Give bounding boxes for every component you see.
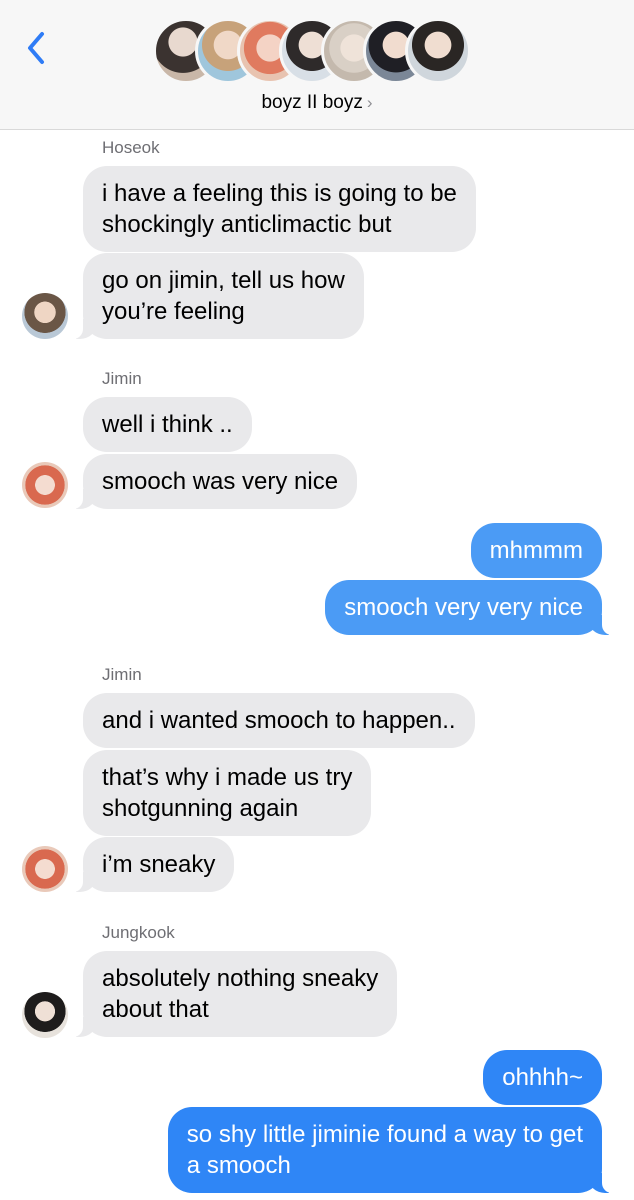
- conversation-header: boyz II boyz ›: [0, 0, 634, 130]
- sender-avatar[interactable]: [22, 462, 68, 508]
- group-name-label: boyz II boyz: [261, 92, 363, 113]
- message-bubble-incoming[interactable]: i’m sneaky: [72, 837, 235, 892]
- sender-name: Hoseok: [102, 138, 160, 157]
- sender-avatar[interactable]: [22, 846, 68, 892]
- message-bubble-outgoing[interactable]: mhmmm: [470, 523, 602, 578]
- message-bubble-outgoing[interactable]: so shy little jiminie found a way to get…: [167, 1107, 613, 1193]
- sender-avatar[interactable]: [22, 992, 68, 1038]
- message-bubble-incoming[interactable]: well i think ..: [83, 397, 252, 452]
- sender-avatar[interactable]: [22, 293, 68, 339]
- member-avatar: [405, 18, 471, 84]
- message-bubble-incoming[interactable]: absolutely nothing sneaky about that: [72, 951, 398, 1037]
- back-chevron-icon[interactable]: [22, 28, 52, 68]
- message-bubble-incoming[interactable]: go on jimin, tell us how you’re feeling: [73, 253, 364, 339]
- sender-name: Jungkook: [102, 923, 175, 942]
- sender-name: Jimin: [102, 369, 142, 388]
- sender-name: Jimin: [102, 665, 142, 684]
- message-bubble-outgoing[interactable]: ohhhh~: [483, 1050, 602, 1105]
- message-bubble-outgoing[interactable]: smooch very very nice: [325, 580, 612, 635]
- message-bubble-incoming[interactable]: and i wanted smooch to happen..: [83, 693, 475, 748]
- message-bubble-incoming[interactable]: i have a feeling this is going to be sho…: [83, 166, 476, 252]
- group-avatar-stack[interactable]: [153, 18, 493, 84]
- group-name[interactable]: boyz II boyz ›: [0, 92, 634, 114]
- message-bubble-incoming[interactable]: smooch was very nice: [72, 454, 358, 509]
- message-bubble-incoming[interactable]: that’s why i made us try shotgunning aga…: [83, 750, 372, 836]
- chevron-right-icon: ›: [366, 93, 373, 112]
